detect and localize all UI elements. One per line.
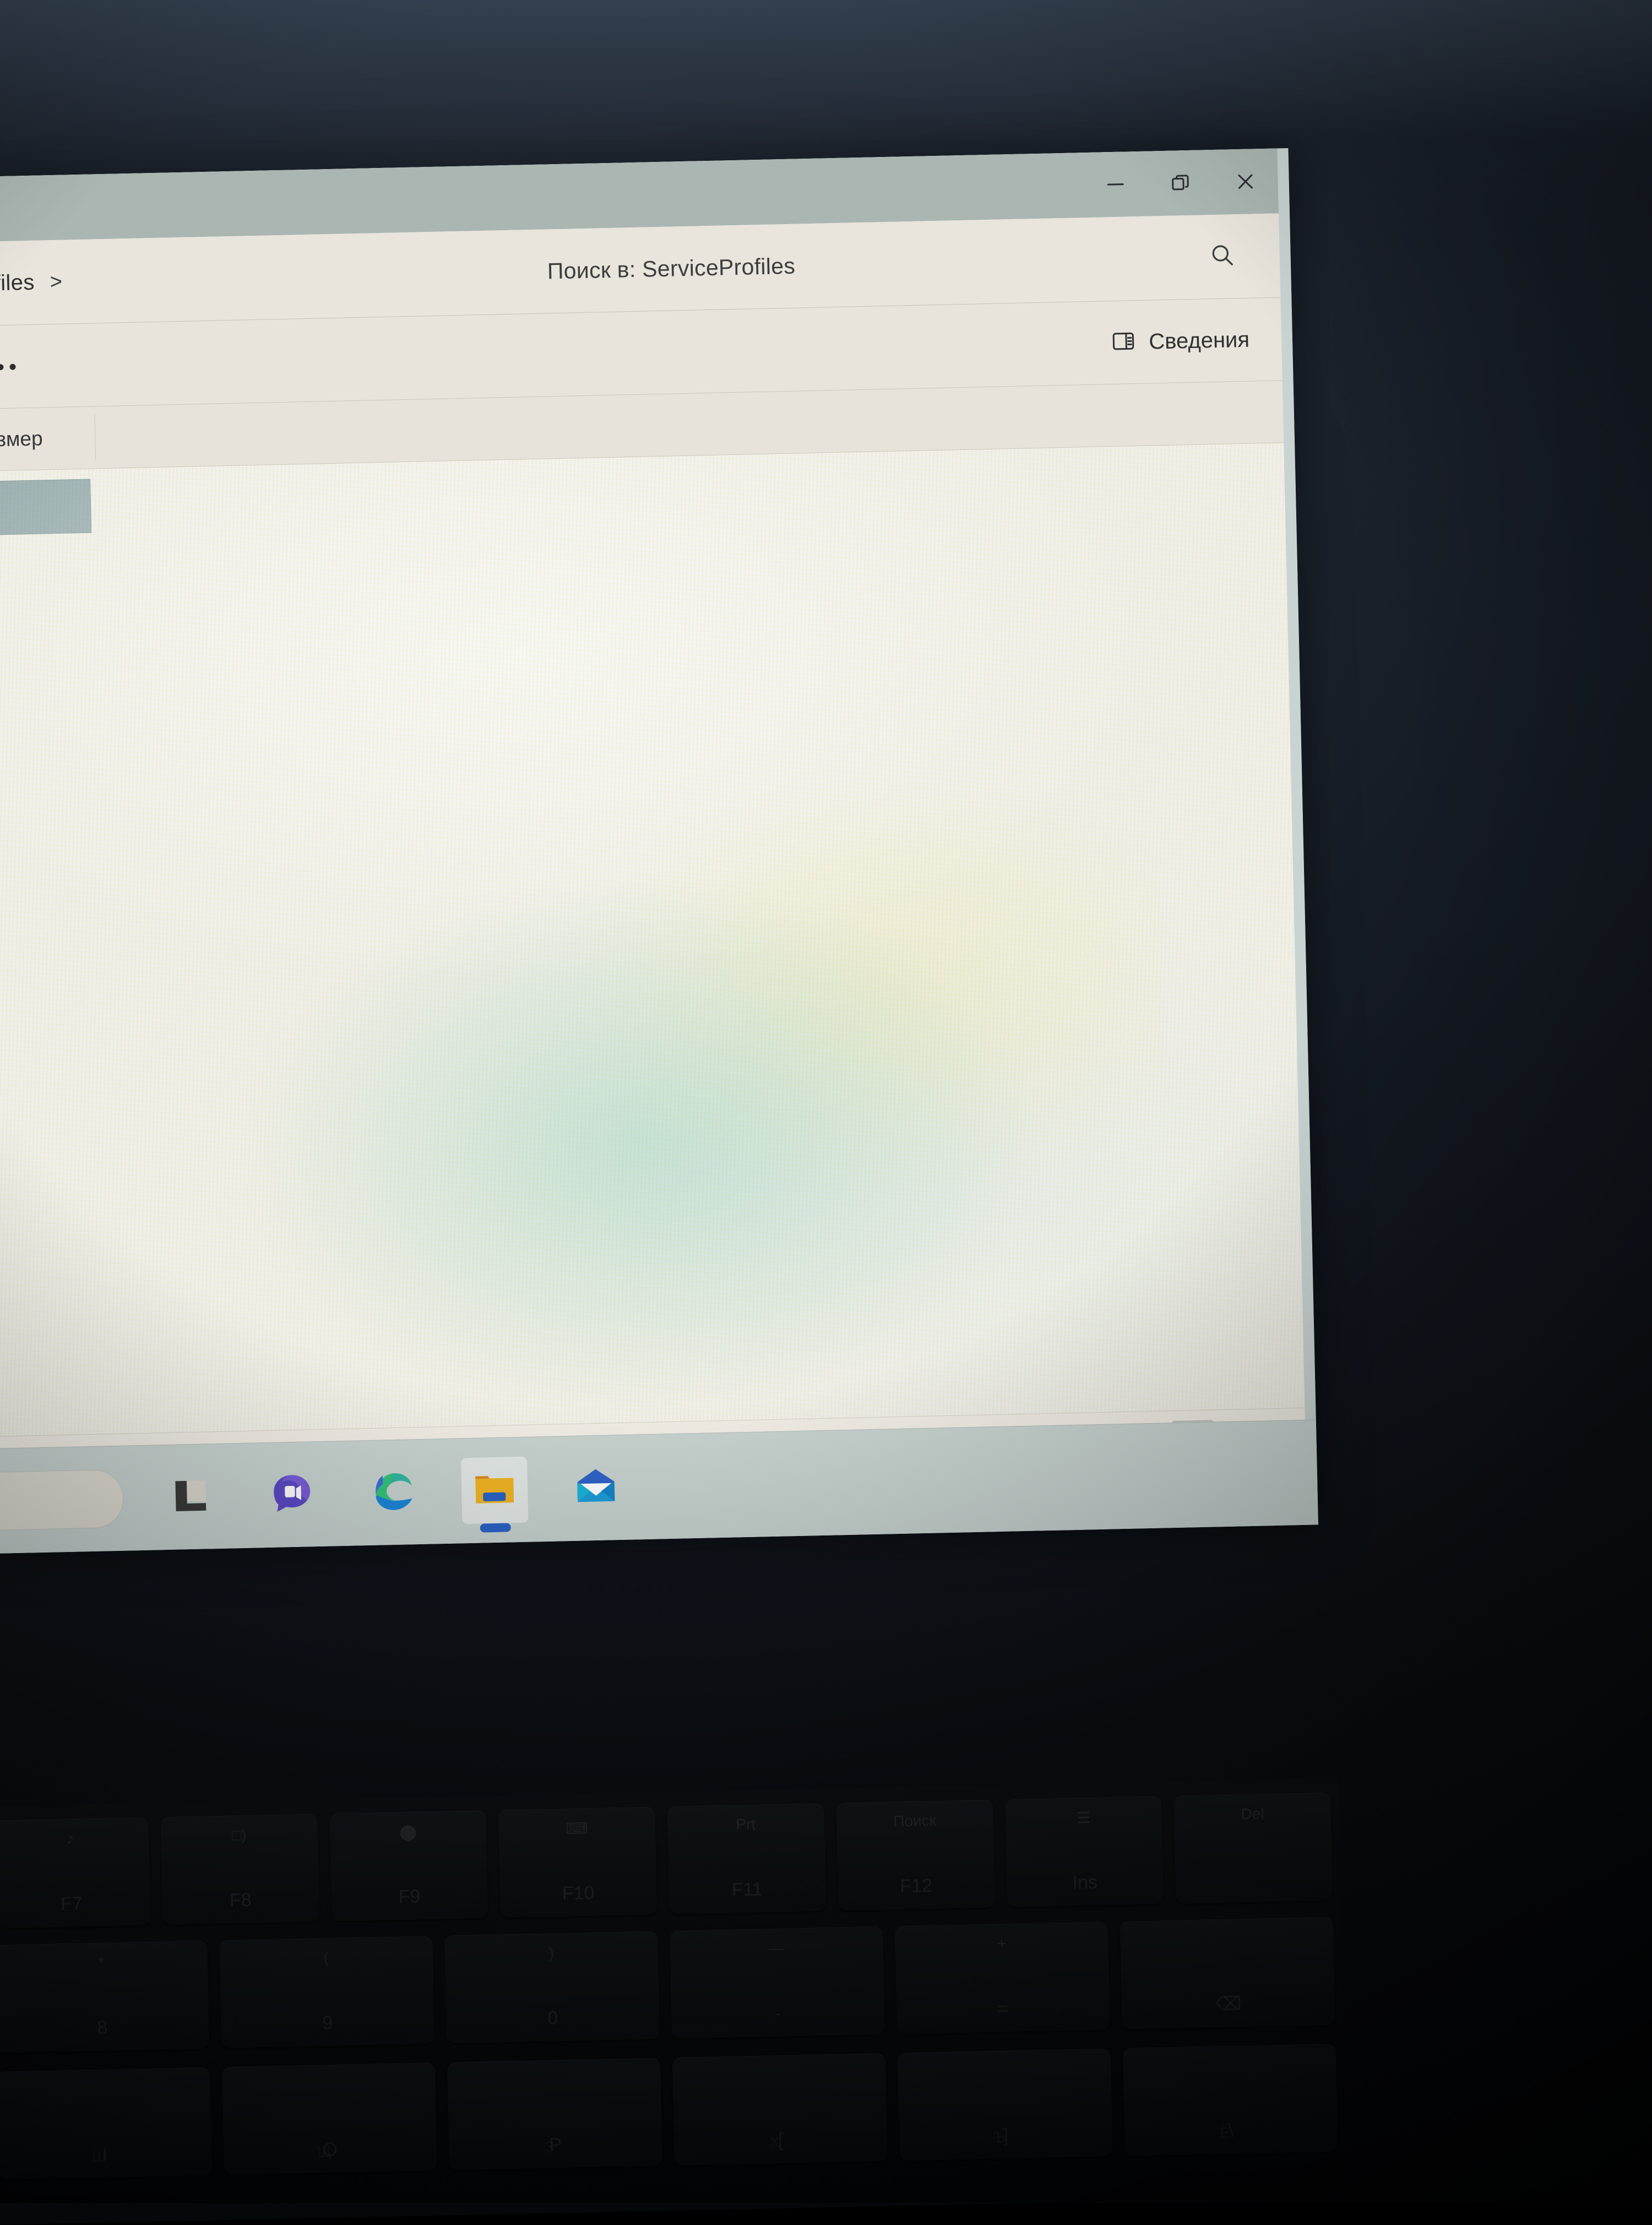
key[interactable]: (9	[219, 1935, 435, 2049]
restore-button[interactable]	[1147, 150, 1214, 216]
key-label: F12	[899, 1875, 933, 1897]
list-item-selected[interactable]	[0, 479, 92, 536]
key-label-top: ⌨	[566, 1820, 589, 1837]
file-list[interactable]	[0, 443, 1305, 1437]
key[interactable]: + =	[894, 1922, 1110, 2034]
key-label: F7	[60, 1893, 83, 1915]
key[interactable]: — -	[670, 1926, 885, 2039]
key[interactable]: ⌫	[1120, 1917, 1335, 2029]
key-label-top: *	[97, 1953, 105, 1971]
key-label: F10	[562, 1882, 595, 1904]
screen-moire-bloom	[202, 715, 1172, 1431]
key[interactable]: Del	[1173, 1792, 1333, 1904]
breadcrumb-item-profiles[interactable]: Profiles	[0, 267, 37, 300]
key[interactable]: * 8	[0, 1940, 210, 2053]
key-label-top: —	[768, 1939, 785, 1957]
key-label-top: Del	[1241, 1805, 1264, 1823]
ellipsis-dot	[0, 363, 4, 370]
key-label-top: ⬤	[399, 1823, 417, 1841]
search-input[interactable]: Поиск в: ServiceProfiles	[547, 253, 795, 284]
key-label-alt: Ш	[91, 2147, 106, 2166]
key-label-top: □)	[231, 1826, 247, 1844]
taskbar-search-pill[interactable]	[0, 1469, 124, 1533]
key[interactable]: IШ	[0, 2067, 213, 2180]
screen-moire	[0, 443, 1305, 1437]
folder-icon	[470, 1464, 519, 1517]
key[interactable]: Prt F11	[667, 1803, 827, 1914]
overflow-menu-button[interactable]	[0, 356, 28, 378]
key-label-top: +	[997, 1935, 1007, 1952]
key[interactable]: PЗ	[447, 2058, 662, 2170]
key-label-top: Поиск	[893, 1811, 937, 1830]
key[interactable]: ♪ F7	[0, 1817, 151, 1929]
details-pane-label: Сведения	[1148, 327, 1250, 354]
taskbar-item-pinned-app[interactable]	[157, 1463, 225, 1531]
key-label: 9	[322, 2012, 333, 2034]
column-header-size[interactable]: Размер	[0, 427, 43, 452]
chat-icon	[268, 1469, 316, 1521]
key[interactable]: ⬤ F9	[329, 1810, 488, 1922]
ellipsis-dot	[9, 363, 16, 370]
key-label-top: ♪	[66, 1830, 74, 1847]
key-label-top	[1120, 1928, 1333, 1933]
laptop-screen: Profiles > Поиск в: ServiceProfiles Свед…	[0, 148, 1318, 1554]
key[interactable]: ] Ъ	[897, 2048, 1113, 2161]
key-label-alt: Ё	[1219, 2124, 1231, 2142]
search-icon[interactable]	[1208, 241, 1237, 273]
laptop-keyboard: ♪ F7 □) F8 ⬤ F9 ⌨ F10 Prt F11 Поиск F12 ☰ Ins D…	[0, 1778, 1347, 2225]
taskbar-item-mail[interactable]	[562, 1455, 630, 1522]
key[interactable]: ☰ Ins	[1004, 1796, 1164, 1908]
photo-background: Profiles > Поиск в: ServiceProfiles Свед…	[0, 0, 1652, 2225]
key-label: 0	[547, 2007, 558, 2029]
key-label-alt: Ъ	[993, 2129, 1006, 2146]
l-shape-icon	[167, 1473, 214, 1522]
chevron-right-icon: >	[50, 270, 63, 294]
file-explorer-window: Profiles > Поиск в: ServiceProfiles Свед…	[0, 148, 1306, 1499]
edge-icon	[368, 1467, 418, 1519]
close-button[interactable]	[1212, 148, 1279, 215]
key[interactable]: ⌨ F10	[498, 1806, 657, 1918]
taskbar-item-chat[interactable]	[258, 1461, 326, 1529]
key-label: F9	[398, 1886, 421, 1908]
envelope-icon	[572, 1463, 620, 1514]
details-pane-button[interactable]: Сведения	[1100, 318, 1259, 364]
taskbar-item-file-explorer[interactable]	[460, 1456, 529, 1533]
key[interactable]: \ Ё	[1122, 2043, 1338, 2156]
key-label-top: (	[323, 1949, 329, 1967]
search-box[interactable]: Поиск в: ServiceProfiles	[491, 213, 1280, 314]
key-label-alt: Х	[769, 2133, 780, 2151]
key[interactable]: ) 0	[444, 1931, 660, 2044]
key[interactable]: OЩ	[222, 2062, 438, 2175]
key[interactable]: □) F8	[160, 1814, 320, 1925]
active-app-indicator	[480, 1523, 511, 1533]
screen-glare	[0, 443, 1305, 1437]
key-label-top: Prt	[736, 1815, 756, 1833]
details-pane-icon	[1110, 328, 1137, 357]
key-label: 8	[97, 2017, 108, 2038]
key-label-top: ☰	[1076, 1809, 1091, 1827]
key-label: ⌫	[1215, 1993, 1242, 2015]
key-label-alt: З	[544, 2138, 555, 2156]
key-label: -	[774, 2003, 781, 2024]
column-divider[interactable]	[94, 414, 96, 461]
key-label-top: )	[548, 1944, 555, 1962]
key[interactable]: Поиск F12	[835, 1799, 995, 1911]
minimize-button[interactable]	[1083, 151, 1149, 218]
key-label: Ins	[1072, 1871, 1098, 1893]
key-label: F8	[229, 1889, 252, 1911]
key-label: =	[997, 1998, 1009, 2020]
key-label-alt: Щ	[317, 2142, 332, 2161]
key-label	[1176, 1888, 1333, 1892]
breadcrumb[interactable]: Profiles >	[0, 266, 70, 300]
taskbar-item-edge[interactable]	[360, 1459, 427, 1527]
key[interactable]: [Х	[672, 2053, 888, 2166]
key-label: F11	[731, 1879, 763, 1901]
